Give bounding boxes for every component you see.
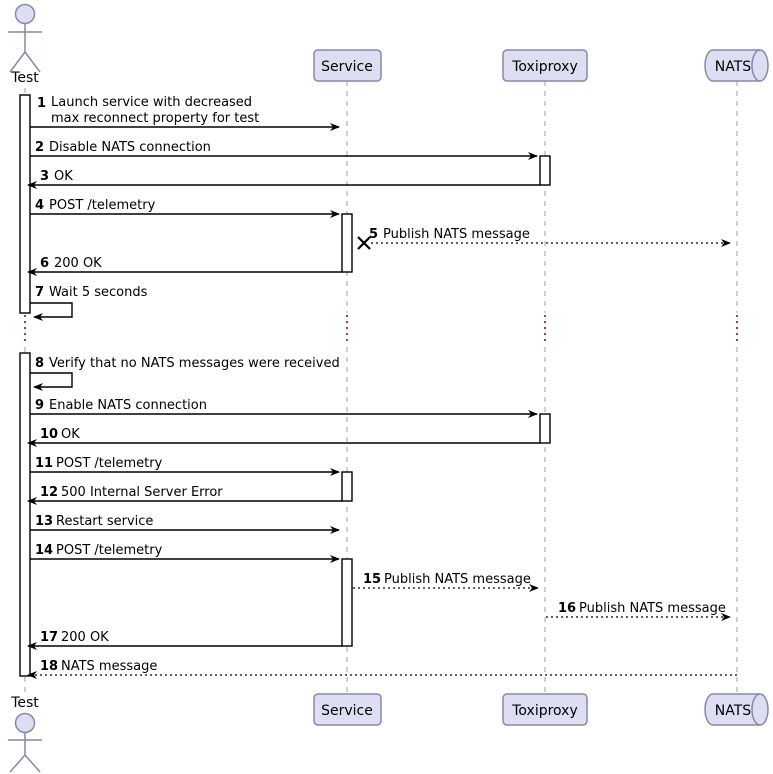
message-2-number: 2: [35, 140, 44, 155]
message-10-label: OK: [61, 427, 80, 442]
participant-toxiproxy-top[interactable]: Toxiproxy: [502, 49, 588, 82]
message-14-label: POST /telemetry: [56, 543, 163, 558]
participant-nats-top[interactable]: NATS: [704, 49, 769, 82]
message-15-label: Publish NATS message: [384, 572, 531, 587]
message-14-number: 14: [35, 543, 53, 558]
message-5-label: Publish NATS message: [383, 227, 530, 242]
message-12-label: 500 Internal Server Error: [61, 485, 223, 500]
message-17-label: 200 OK: [61, 630, 109, 645]
message-1-label-line2: max reconnect property for test: [51, 111, 259, 126]
message-7-number: 7: [35, 285, 44, 300]
actor-head-icon: [14, 3, 36, 25]
message-6-label: 200 OK: [54, 256, 102, 271]
message-7-label: Wait 5 seconds: [49, 285, 148, 300]
participant-service-bottom[interactable]: Service: [313, 693, 382, 726]
participant-service-bottom-label: Service: [321, 703, 373, 719]
message-11-label: POST /telemetry: [56, 456, 163, 471]
message-2-label: Disable NATS connection: [49, 140, 211, 155]
message-16-number: 16: [558, 601, 576, 616]
participant-toxiproxy-top-label: Toxiproxy: [511, 59, 578, 75]
activation-toxiproxy-2: [539, 413, 551, 444]
message-4-number: 4: [35, 198, 44, 213]
activation-toxiproxy-1: [539, 155, 551, 186]
activation-test-upper: [19, 94, 31, 314]
message-6-number: 6: [40, 256, 49, 271]
participant-nats-bottom-label: NATS: [715, 703, 752, 719]
activation-service-3: [341, 558, 353, 647]
participant-toxiproxy-bottom[interactable]: Toxiproxy: [502, 693, 588, 726]
message-18-label: NATS message: [61, 659, 157, 674]
participant-service-top[interactable]: Service: [313, 49, 382, 82]
participant-nats-top-label: NATS: [715, 59, 752, 75]
message-1-number: 1: [37, 96, 46, 111]
participant-test-top-label: Test: [10, 70, 39, 86]
message-10-number: 10: [40, 427, 58, 442]
message-3-label: OK: [54, 169, 73, 184]
message-17-number: 17: [40, 630, 58, 645]
message-16[interactable]: 16 Publish NATS message: [546, 601, 731, 621]
message-1-label-line1: Launch service with decreased: [51, 95, 252, 110]
message-8-label: Verify that no NATS messages were receiv…: [49, 356, 340, 371]
message-13-number: 13: [35, 514, 53, 529]
participant-nats-bottom[interactable]: NATS: [704, 693, 769, 726]
participant-test-bottom-label: Test: [10, 695, 39, 711]
sequence-diagram-canvas: Test Service Toxiproxy NATS 1 Launch ser…: [0, 0, 773, 774]
message-4-label: POST /telemetry: [49, 198, 156, 213]
message-18-number: 18: [40, 659, 58, 674]
activation-test-lower: [19, 352, 31, 677]
message-13-label: Restart service: [56, 514, 153, 529]
activation-service-2: [341, 471, 353, 502]
diagram-svg: Test Service Toxiproxy NATS 1 Launch ser…: [0, 0, 773, 774]
message-8-number: 8: [35, 356, 44, 371]
message-15-number: 15: [363, 572, 381, 587]
message-3-number: 3: [40, 169, 49, 184]
message-16-label: Publish NATS message: [579, 601, 726, 616]
message-11-number: 11: [35, 456, 53, 471]
message-9-label: Enable NATS connection: [49, 398, 207, 413]
actor-head-icon: [14, 712, 36, 734]
message-15[interactable]: 15 Publish NATS message: [353, 572, 539, 592]
activation-service-1: [341, 213, 353, 273]
message-12-number: 12: [40, 485, 58, 500]
participant-toxiproxy-bottom-label: Toxiproxy: [511, 703, 578, 719]
message-9-number: 9: [35, 398, 44, 413]
message-5-number: 5: [369, 227, 378, 242]
participant-service-top-label: Service: [321, 59, 373, 75]
